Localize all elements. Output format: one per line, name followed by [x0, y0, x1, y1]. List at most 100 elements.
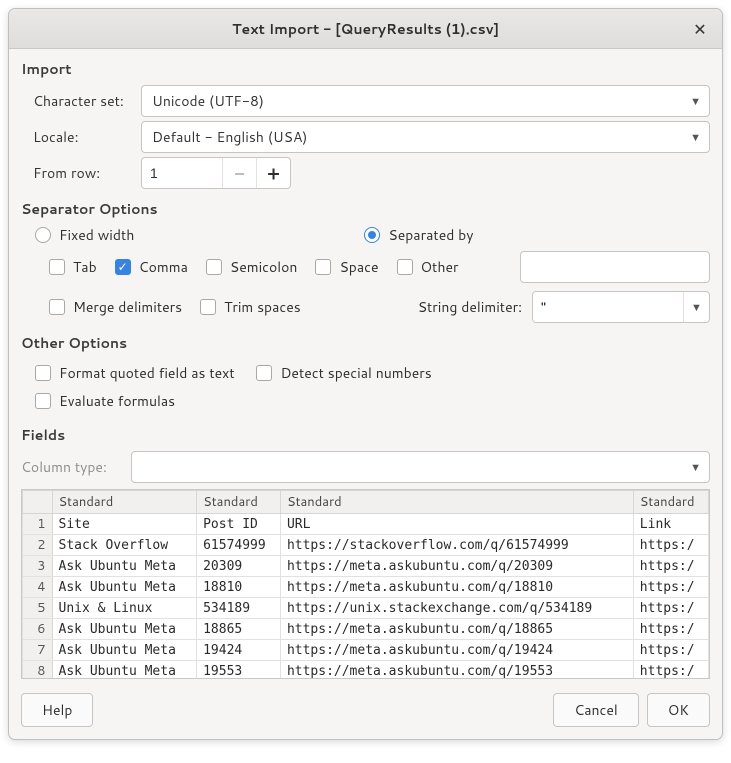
fromrow-stepper[interactable]: − +: [141, 157, 291, 189]
radio-fixed-label: Fixed width: [59, 225, 134, 245]
check-evaluate-formulas[interactable]: Evaluate formulas: [35, 391, 175, 411]
chevron-down-icon: ▼: [690, 93, 701, 109]
charset-select[interactable]: Unicode (UTF-8) ▼: [141, 85, 710, 117]
cell[interactable]: https://meta.askubuntu.com/q/19553: [280, 661, 633, 680]
cell[interactable]: 18810: [197, 577, 281, 598]
table-row[interactable]: 5Unix & Linux534189https://unix.stackexc…: [23, 598, 709, 619]
string-delimiter-label: String delimiter:: [418, 297, 522, 317]
check-trim-spaces[interactable]: Trim spaces: [200, 297, 301, 317]
check-detect-special[interactable]: Detect special numbers: [256, 363, 431, 383]
string-delimiter-combo[interactable]: ▼: [532, 291, 710, 323]
cell[interactable]: https:/: [633, 577, 708, 598]
cell[interactable]: 534189: [197, 598, 281, 619]
row-number: 7: [23, 640, 53, 661]
cell[interactable]: https://meta.askubuntu.com/q/18865: [280, 619, 633, 640]
cell[interactable]: Ask Ubuntu Meta: [52, 577, 197, 598]
locale-value: Default - English (USA): [152, 127, 307, 147]
cell[interactable]: https:/: [633, 535, 708, 556]
column-header[interactable]: Standard: [280, 491, 633, 514]
preview-grid[interactable]: StandardStandardStandardStandard1SitePos…: [21, 489, 710, 679]
row-number: 2: [23, 535, 53, 556]
cell[interactable]: https:/: [633, 661, 708, 680]
row-number: 8: [23, 661, 53, 680]
minus-icon[interactable]: −: [222, 158, 256, 188]
fromrow-input[interactable]: [142, 158, 222, 188]
radio-icon: [35, 227, 51, 243]
table-row[interactable]: 6Ask Ubuntu Meta18865https://meta.askubu…: [23, 619, 709, 640]
fromrow-label: From row:: [33, 163, 141, 183]
cell[interactable]: 19424: [197, 640, 281, 661]
table-row[interactable]: 3Ask Ubuntu Meta20309https://meta.askubu…: [23, 556, 709, 577]
check-other[interactable]: Other: [397, 257, 459, 277]
cell[interactable]: 19553: [197, 661, 281, 680]
checkbox-icon: [35, 365, 51, 381]
help-button[interactable]: Help: [21, 693, 93, 727]
titlebar: Text Import - [QueryResults (1).csv] ✕: [9, 9, 722, 49]
cell[interactable]: Site: [52, 514, 197, 535]
cell[interactable]: Link: [633, 514, 708, 535]
radio-icon: [364, 227, 380, 243]
table-row[interactable]: 7Ask Ubuntu Meta19424https://meta.askubu…: [23, 640, 709, 661]
cell[interactable]: 61574999: [197, 535, 281, 556]
cell[interactable]: 20309: [197, 556, 281, 577]
cell[interactable]: https:/: [633, 556, 708, 577]
radio-separated-by[interactable]: Separated by: [364, 225, 473, 245]
row-number: 5: [23, 598, 53, 619]
checkbox-icon: [35, 393, 51, 409]
cell[interactable]: https://unix.stackexchange.com/q/534189: [280, 598, 633, 619]
cell[interactable]: Ask Ubuntu Meta: [52, 640, 197, 661]
table-row[interactable]: 2Stack Overflow61574999https://stackover…: [23, 535, 709, 556]
column-header[interactable]: Standard: [633, 491, 708, 514]
chevron-down-icon: ▼: [690, 129, 701, 145]
column-header[interactable]: Standard: [52, 491, 197, 514]
section-import-heading: Import: [21, 59, 710, 79]
row-number: 6: [23, 619, 53, 640]
checkbox-icon: [49, 299, 65, 315]
string-delimiter-input[interactable]: [533, 292, 683, 322]
charset-label: Character set:: [33, 91, 141, 111]
check-merge-delimiters[interactable]: Merge delimiters: [49, 297, 182, 317]
locale-label: Locale:: [33, 127, 141, 147]
checkbox-icon: [256, 365, 272, 381]
checkbox-icon: [49, 259, 65, 275]
chevron-down-icon[interactable]: ▼: [683, 292, 709, 322]
cell[interactable]: https:/: [633, 619, 708, 640]
cell[interactable]: https://stackoverflow.com/q/61574999: [280, 535, 633, 556]
cell[interactable]: Ask Ubuntu Meta: [52, 619, 197, 640]
table-row[interactable]: 1SitePost IDURLLink: [23, 514, 709, 535]
table-row[interactable]: 4Ask Ubuntu Meta18810https://meta.askubu…: [23, 577, 709, 598]
window-title: Text Import - [QueryResults (1).csv]: [232, 19, 499, 39]
section-other-heading: Other Options: [21, 333, 710, 353]
table-row[interactable]: 8Ask Ubuntu Meta19553https://meta.askubu…: [23, 661, 709, 680]
cell[interactable]: URL: [280, 514, 633, 535]
cell[interactable]: https://meta.askubuntu.com/q/19424: [280, 640, 633, 661]
cell[interactable]: Ask Ubuntu Meta: [52, 661, 197, 680]
cell[interactable]: Stack Overflow: [52, 535, 197, 556]
radio-fixed-width[interactable]: Fixed width: [35, 225, 134, 245]
column-header[interactable]: Standard: [197, 491, 281, 514]
cell[interactable]: Ask Ubuntu Meta: [52, 556, 197, 577]
cell[interactable]: https://meta.askubuntu.com/q/18810: [280, 577, 633, 598]
cell[interactable]: 18865: [197, 619, 281, 640]
ok-button[interactable]: OK: [647, 693, 710, 727]
other-separator-input[interactable]: [520, 251, 710, 283]
cell[interactable]: https:/: [633, 598, 708, 619]
plus-icon[interactable]: +: [256, 158, 290, 188]
charset-value: Unicode (UTF-8): [152, 91, 264, 111]
cancel-button[interactable]: Cancel: [553, 693, 639, 727]
check-format-quoted[interactable]: Format quoted field as text: [35, 363, 235, 383]
column-type-select[interactable]: ▼: [131, 451, 710, 483]
locale-select[interactable]: Default - English (USA) ▼: [141, 121, 710, 153]
close-icon[interactable]: ✕: [688, 17, 712, 41]
cell[interactable]: Post ID: [197, 514, 281, 535]
cell[interactable]: https://meta.askubuntu.com/q/20309: [280, 556, 633, 577]
section-fields-heading: Fields: [21, 425, 710, 445]
radio-separated-label: Separated by: [388, 225, 473, 245]
row-number: 4: [23, 577, 53, 598]
check-semicolon[interactable]: Semicolon: [206, 257, 298, 277]
cell[interactable]: Unix & Linux: [52, 598, 197, 619]
check-comma[interactable]: Comma: [115, 257, 188, 277]
check-tab[interactable]: Tab: [49, 257, 97, 277]
check-space[interactable]: Space: [315, 257, 378, 277]
cell[interactable]: https:/: [633, 640, 708, 661]
